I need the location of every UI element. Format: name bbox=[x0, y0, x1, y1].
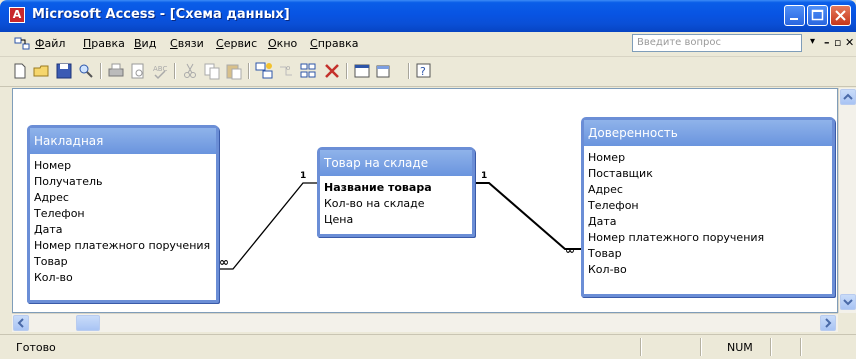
relation-line-tovar-doverennost bbox=[473, 182, 581, 250]
spelling-icon[interactable]: ABC bbox=[150, 61, 170, 81]
field-item[interactable]: Товар bbox=[34, 254, 216, 270]
scroll-left-button[interactable] bbox=[13, 315, 29, 331]
search-icon[interactable] bbox=[76, 61, 96, 81]
mdi-minimize-button[interactable]: – bbox=[824, 36, 830, 49]
print-icon[interactable] bbox=[106, 61, 126, 81]
menu-window[interactable]: Окно bbox=[268, 37, 297, 50]
field-item[interactable]: Адрес bbox=[588, 182, 832, 198]
field-item[interactable]: Адрес bbox=[34, 190, 216, 206]
relation-line-tovar-nakladnaya bbox=[217, 182, 317, 270]
ask-question-input[interactable]: Введите вопрос bbox=[632, 34, 802, 52]
svg-text:ABC: ABC bbox=[153, 65, 167, 73]
scroll-right-button[interactable] bbox=[820, 315, 836, 331]
copy-icon[interactable] bbox=[202, 61, 222, 81]
field-item[interactable]: Номер платежного поручения bbox=[588, 230, 832, 246]
chevron-up-icon bbox=[843, 93, 853, 100]
field-item[interactable]: Номер bbox=[34, 158, 216, 174]
menu-edit[interactable]: Правка bbox=[83, 37, 125, 50]
table-tovar-na-sklade[interactable]: Товар на складе Название товара Кол-во н… bbox=[317, 147, 475, 237]
table-title[interactable]: Накладная bbox=[30, 128, 216, 154]
field-item[interactable]: Цена bbox=[324, 212, 472, 228]
save-icon[interactable] bbox=[54, 61, 74, 81]
mdi-close-button[interactable]: ✕ bbox=[845, 36, 854, 49]
minimize-button[interactable] bbox=[784, 5, 805, 26]
open-icon[interactable] bbox=[32, 61, 52, 81]
field-item[interactable]: Получатель bbox=[34, 174, 216, 190]
field-item[interactable]: Товар bbox=[588, 246, 832, 262]
new-icon[interactable] bbox=[10, 61, 30, 81]
scroll-up-button[interactable] bbox=[840, 89, 856, 105]
svg-text:?: ? bbox=[420, 65, 426, 78]
show-table-icon[interactable] bbox=[254, 61, 274, 81]
access-app-icon[interactable]: A bbox=[9, 7, 25, 23]
field-item[interactable]: Кол-во bbox=[588, 262, 832, 278]
field-item[interactable]: Кол-во на складе bbox=[324, 196, 472, 212]
field-item[interactable]: Номер bbox=[588, 150, 832, 166]
field-item[interactable]: Телефон bbox=[588, 198, 832, 214]
field-item[interactable]: Поставщик bbox=[588, 166, 832, 182]
relation-many-label-right: ∞ bbox=[565, 243, 575, 257]
print-preview-icon[interactable] bbox=[128, 61, 148, 81]
close-button[interactable] bbox=[830, 5, 851, 26]
field-item[interactable]: Телефон bbox=[34, 206, 216, 222]
field-item[interactable]: Кол-во bbox=[34, 270, 216, 286]
horizontal-scrollbar[interactable] bbox=[12, 313, 838, 332]
field-item[interactable]: Дата bbox=[588, 214, 832, 230]
table-title[interactable]: Доверенность bbox=[584, 120, 832, 146]
database-window-icon[interactable] bbox=[352, 61, 372, 81]
status-bar: Готово NUM bbox=[0, 334, 856, 359]
field-item[interactable]: Дата bbox=[34, 222, 216, 238]
maximize-button[interactable] bbox=[807, 5, 828, 26]
status-text: Готово bbox=[16, 341, 56, 354]
field-item-key[interactable]: Название товара bbox=[324, 180, 472, 196]
title-bar: A Microsoft Access - [Схема данных] bbox=[0, 0, 856, 32]
ask-dropdown-arrow-icon[interactable]: ▾ bbox=[810, 36, 815, 47]
svg-text:o: o bbox=[286, 64, 290, 72]
chevron-right-icon bbox=[825, 318, 832, 328]
chevron-down-icon bbox=[843, 299, 853, 306]
close-icon bbox=[835, 10, 846, 21]
delete-icon[interactable] bbox=[322, 61, 342, 81]
all-relationships-icon[interactable] bbox=[298, 61, 318, 81]
relation-many-label: ∞ bbox=[219, 255, 229, 269]
help-icon[interactable]: ? bbox=[414, 61, 434, 81]
paste-icon[interactable] bbox=[224, 61, 244, 81]
scroll-thumb[interactable] bbox=[76, 315, 100, 331]
table-title[interactable]: Товар на складе bbox=[320, 150, 472, 176]
table-doverennost[interactable]: Доверенность Номер Поставщик Адрес Телеф… bbox=[581, 117, 835, 297]
window-title: Microsoft Access - [Схема данных] bbox=[32, 7, 290, 22]
cut-icon[interactable] bbox=[180, 61, 200, 81]
menu-help[interactable]: Справка bbox=[310, 37, 358, 50]
maximize-icon bbox=[811, 9, 824, 21]
relationships-doc-icon[interactable] bbox=[14, 36, 30, 52]
chevron-left-icon bbox=[17, 318, 24, 328]
menu-file[interactable]: Файл bbox=[35, 37, 65, 50]
field-item[interactable]: Номер платежного поручения bbox=[34, 238, 216, 254]
toolbar: ABC o ▾ ? ▾ bbox=[0, 57, 856, 133]
minimize-icon bbox=[790, 18, 798, 20]
mdi-restore-button[interactable]: ▫ bbox=[834, 36, 841, 49]
scroll-down-button[interactable] bbox=[840, 294, 856, 310]
vertical-scrollbar[interactable] bbox=[838, 88, 856, 313]
table-nakladnaya[interactable]: Накладная Номер Получатель Адрес Телефон… bbox=[27, 125, 219, 303]
relation-one-label: 1 bbox=[300, 171, 307, 181]
menu-tools[interactable]: Сервис bbox=[216, 37, 257, 50]
menu-relations[interactable]: Связи bbox=[170, 37, 204, 50]
relation-one-label-right: 1 bbox=[481, 171, 488, 181]
relationships-canvas[interactable]: 1 ∞ 1 ∞ Накладная Номер Получатель Адрес… bbox=[12, 88, 838, 313]
num-lock-indicator: NUM bbox=[727, 341, 753, 354]
direct-relationships-icon[interactable]: o bbox=[276, 61, 296, 81]
menu-view[interactable]: Вид bbox=[134, 37, 156, 50]
new-object-icon[interactable] bbox=[374, 61, 394, 81]
